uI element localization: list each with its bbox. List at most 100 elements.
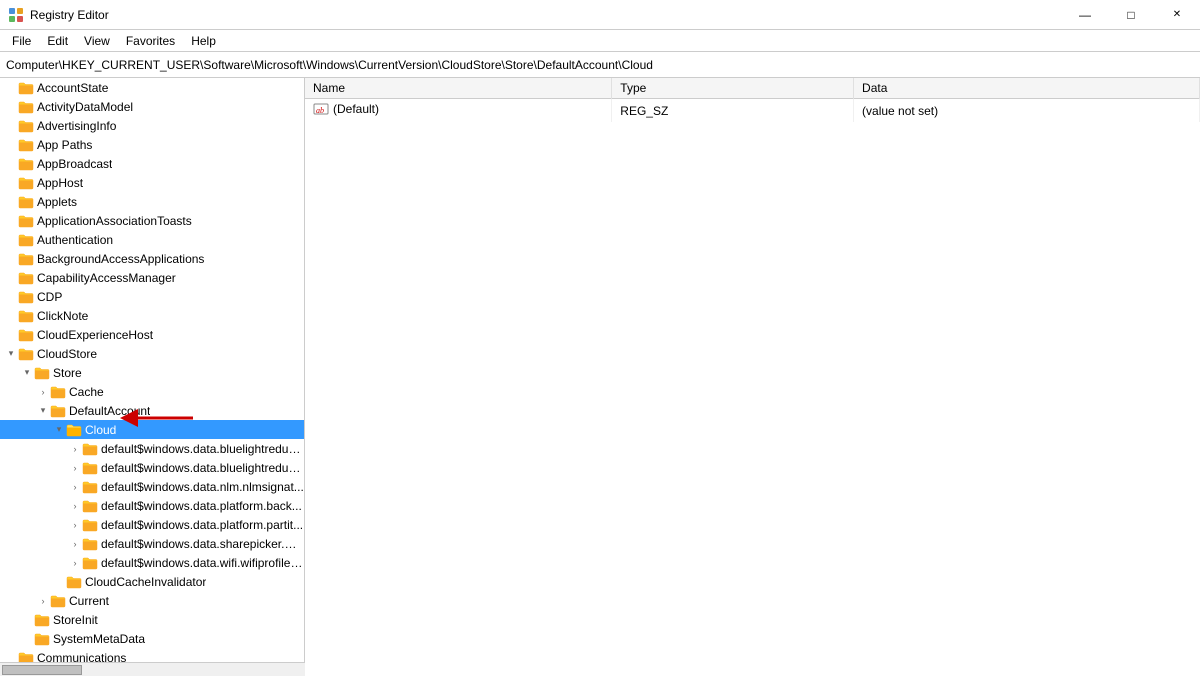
tree-item-AdvertisingInfo[interactable]: › AdvertisingInfo — [0, 116, 304, 135]
folder-icon — [18, 328, 34, 342]
cell-name: ab (Default) — [305, 99, 612, 123]
tree-item-SystemMetaData[interactable]: › SystemMetaData — [0, 629, 304, 648]
tree-item-sub2[interactable]: › default$windows.data.bluelightreduc... — [0, 458, 304, 477]
tree-item-AppBroadcast[interactable]: › AppBroadcast — [0, 154, 304, 173]
tree-item-label: StoreInit — [53, 613, 98, 627]
tree-item-label: default$windows.data.bluelightreduc... — [101, 442, 304, 456]
folder-icon — [82, 518, 98, 532]
menu-item-edit[interactable]: Edit — [39, 32, 76, 50]
folder-icon — [34, 613, 50, 627]
title-bar: Registry Editor — □ ✕ — [0, 0, 1200, 30]
tree-item-CapabilityAccessManager[interactable]: › CapabilityAccessManager — [0, 268, 304, 287]
tree-item-ApplicationAssociationToasts[interactable]: › ApplicationAssociationToasts — [0, 211, 304, 230]
tree-item-Authentication[interactable]: › Authentication — [0, 230, 304, 249]
tree-item-sub7[interactable]: › default$windows.data.wifi.wifiprofile$… — [0, 553, 304, 572]
address-bar: Computer\HKEY_CURRENT_USER\Software\Micr… — [0, 52, 1200, 78]
tree-item-sub5[interactable]: › default$windows.data.platform.partit..… — [0, 515, 304, 534]
tree-item-AppHost[interactable]: › AppHost — [0, 173, 304, 192]
col-type[interactable]: Type — [612, 78, 854, 99]
value-name: (Default) — [333, 102, 379, 116]
tree-item-label: AppHost — [37, 176, 83, 190]
folder-icon — [82, 556, 98, 570]
minimize-button[interactable]: — — [1062, 0, 1108, 30]
maximize-button[interactable]: □ — [1108, 0, 1154, 30]
tree-item-label: CloudCacheInvalidator — [85, 575, 206, 589]
folder-icon — [18, 347, 34, 361]
chevron-icon: ▾ — [4, 347, 18, 361]
tree-item-Cache[interactable]: › Cache — [0, 382, 304, 401]
close-button[interactable]: ✕ — [1154, 0, 1200, 30]
tree-item-sub3[interactable]: › default$windows.data.nlm.nlmsignat... — [0, 477, 304, 496]
folder-icon — [82, 442, 98, 456]
tree-item-sub4[interactable]: › default$windows.data.platform.back... — [0, 496, 304, 515]
tree-item-Applets[interactable]: › Applets — [0, 192, 304, 211]
tree-item-DefaultAccount[interactable]: ▾ DefaultAccount — [0, 401, 304, 420]
folder-icon — [18, 100, 34, 114]
tree-item-ActivityDataModel[interactable]: › ActivityDataModel — [0, 97, 304, 116]
cell-data: (value not set) — [854, 99, 1200, 123]
chevron-icon: › — [36, 385, 50, 399]
tree-item-label: AccountState — [37, 81, 108, 95]
title-bar-label: Registry Editor — [30, 8, 109, 22]
menu-item-file[interactable]: File — [4, 32, 39, 50]
chevron-icon: ▾ — [36, 404, 50, 418]
folder-icon — [82, 461, 98, 475]
folder-icon — [34, 366, 50, 380]
tree-item-label: ClickNote — [37, 309, 88, 323]
address-path: Computer\HKEY_CURRENT_USER\Software\Micr… — [6, 58, 653, 72]
cell-type: REG_SZ — [612, 99, 854, 123]
folder-icon — [66, 423, 82, 437]
app-icon — [8, 7, 24, 23]
tree-item-sub1[interactable]: › default$windows.data.bluelightreduc... — [0, 439, 304, 458]
folder-icon — [18, 81, 34, 95]
tree-item-StoreInit[interactable]: › StoreInit — [0, 610, 304, 629]
tree-item-label: ActivityDataModel — [37, 100, 133, 114]
menu-item-favorites[interactable]: Favorites — [118, 32, 183, 50]
tree-item-label: BackgroundAccessApplications — [37, 252, 204, 266]
tree-item-CloudCacheInvalidator[interactable]: › CloudCacheInvalidator — [0, 572, 304, 591]
left-scrollbar[interactable] — [0, 662, 305, 676]
tree-item-sub6[interactable]: › default$windows.data.sharepicker.m... — [0, 534, 304, 553]
folder-icon — [18, 138, 34, 152]
tree-item-label: default$windows.data.sharepicker.m... — [101, 537, 304, 551]
folder-icon — [34, 632, 50, 646]
tree-item-label: CDP — [37, 290, 62, 304]
folder-icon — [18, 195, 34, 209]
chevron-icon: › — [68, 480, 82, 494]
col-data[interactable]: Data — [854, 78, 1200, 99]
registry-table: Name Type Data ab (Default) REG_SZ(value… — [305, 78, 1200, 122]
chevron-icon: › — [68, 537, 82, 551]
folder-icon — [50, 385, 66, 399]
tree-item-Current[interactable]: › Current — [0, 591, 304, 610]
table-row[interactable]: ab (Default) REG_SZ(value not set) — [305, 99, 1200, 123]
tree-item-label: default$windows.data.wifi.wifiprofile$..… — [101, 556, 304, 570]
folder-icon — [66, 575, 82, 589]
chevron-icon: ▾ — [52, 423, 66, 437]
left-scrollbar-thumb[interactable] — [2, 665, 82, 675]
menu-item-help[interactable]: Help — [183, 32, 224, 50]
folder-icon — [18, 176, 34, 190]
tree-item-Store[interactable]: ▾ Store — [0, 363, 304, 382]
tree-item-AppPaths[interactable]: › App Paths — [0, 135, 304, 154]
tree-item-label: default$windows.data.bluelightreduc... — [101, 461, 304, 475]
tree-item-CDP[interactable]: › CDP — [0, 287, 304, 306]
tree-item-label: CapabilityAccessManager — [37, 271, 176, 285]
col-name[interactable]: Name — [305, 78, 612, 99]
tree-item-AccountState[interactable]: › AccountState — [0, 78, 304, 97]
tree-item-CloudExperienceHost[interactable]: › CloudExperienceHost — [0, 325, 304, 344]
left-panel: › AccountState› ActivityDataModel› Adver… — [0, 78, 305, 676]
tree-item-label: CloudStore — [37, 347, 97, 361]
tree-item-label: AppBroadcast — [37, 157, 112, 171]
tree-item-BackgroundAccessApplications[interactable]: › BackgroundAccessApplications — [0, 249, 304, 268]
folder-icon — [18, 157, 34, 171]
folder-icon — [18, 290, 34, 304]
chevron-icon: › — [68, 499, 82, 513]
tree-item-Cloud[interactable]: ▾ Cloud — [0, 420, 304, 439]
tree-item-label: ApplicationAssociationToasts — [37, 214, 192, 228]
folder-icon — [18, 233, 34, 247]
menu-item-view[interactable]: View — [76, 32, 118, 50]
tree-item-label: default$windows.data.platform.partit... — [101, 518, 303, 532]
tree-item-CloudStore[interactable]: ▾ CloudStore — [0, 344, 304, 363]
chevron-icon: › — [68, 461, 82, 475]
tree-item-ClickNote[interactable]: › ClickNote — [0, 306, 304, 325]
